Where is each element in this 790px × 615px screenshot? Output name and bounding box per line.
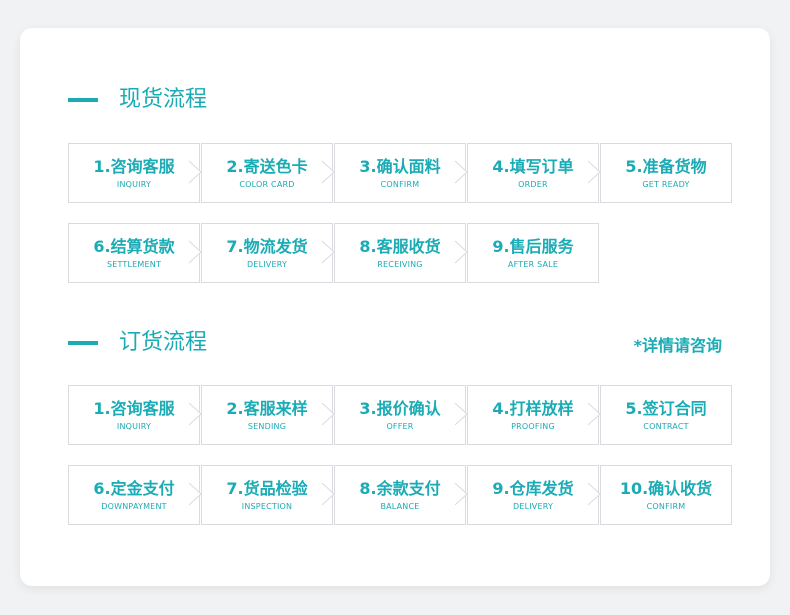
process-step: 6.定金支付 DOWNPAYMENT [68,465,202,525]
chevron-right-icon [188,402,202,426]
step-title: 1.咨询客服 [93,399,175,418]
step-title: 4.打样放样 [492,399,574,418]
step-subtitle: INSPECTION [241,502,293,511]
process-step: 1.咨询客服 INQUIRY [68,385,202,445]
process-step: 6.结算货款 SETTLEMENT [68,223,202,283]
step-subtitle: CONTRACT [643,422,689,431]
process-step: 2.寄送色卡 COLOR CARD [201,143,335,203]
step-subtitle: SETTLEMENT [106,260,162,269]
step-title: 3.报价确认 [359,399,441,418]
section-accent-bar [68,98,98,102]
chevron-right-icon [454,240,468,264]
section-accent-bar [68,341,98,345]
spot-section-title: 现货流程 [119,87,208,112]
process-step: 9.售后服务 AFTER SALE [467,223,599,283]
step-title: 6.结算货款 [93,237,175,256]
process-step: 7.货品检验 INSPECTION [201,465,335,525]
process-step: 3.确认面料 CONFIRM [334,143,468,203]
step-subtitle: RECEIVING [377,260,423,269]
process-step: 9.仓库发货 DELIVERY [467,465,601,525]
step-subtitle: COLOR CARD [239,180,295,189]
details-consult-note: *详情请咨询 [633,336,722,355]
process-step: 8.客服收货 RECEIVING [334,223,468,283]
process-step: 3.报价确认 OFFER [334,385,468,445]
step-subtitle: INQUIRY [116,180,152,189]
process-step: 10.确认收货 CONFIRM [600,465,732,525]
process-step: 2.客服来样 SENDING [201,385,335,445]
order-section-title: 订货流程 [119,330,208,355]
step-subtitle: GET READY [642,180,690,189]
spot-steps-row-1: 1.咨询客服 INQUIRY 2.寄送色卡 COLOR CARD 3.确认面料 CONFI… [68,143,732,203]
chevron-right-icon [321,402,335,426]
process-step: 5.准备货物 GET READY [600,143,732,203]
step-title: 9.售后服务 [492,237,574,256]
chevron-right-icon [188,160,202,184]
order-steps-row-1: 1.咨询客服 INQUIRY 2.客服来样 SENDING 3.报价确认 OFFER 4.打… [68,385,732,445]
step-title: 2.客服来样 [226,399,308,418]
step-subtitle: OFFER [386,422,414,431]
step-subtitle: PROOFING [511,422,555,431]
process-step: 8.余款支付 BALANCE [334,465,468,525]
step-subtitle: INQUIRY [116,422,152,431]
spot-steps-row-2: 6.结算货款 SETTLEMENT 7.物流发货 DELIVERY 8.客服收货 RECE… [68,223,599,283]
step-title: 8.余款支付 [359,479,441,498]
step-title: 9.仓库发货 [492,479,574,498]
step-subtitle: ORDER [518,180,548,189]
chevron-right-icon [454,160,468,184]
process-step: 4.填写订单 ORDER [467,143,601,203]
chevron-right-icon [587,482,601,506]
step-title: 8.客服收货 [359,237,441,256]
step-title: 5.签订合同 [625,399,707,418]
step-subtitle: CONFIRM [380,180,420,189]
step-subtitle: DOWNPAYMENT [101,502,167,511]
step-title: 1.咨询客服 [93,157,175,176]
step-title: 7.物流发货 [226,237,308,256]
step-subtitle: SENDING [247,422,287,431]
process-step: 5.签订合同 CONTRACT [600,385,732,445]
chevron-right-icon [587,160,601,184]
step-title: 5.准备货物 [625,157,707,176]
chevron-right-icon [188,482,202,506]
chevron-right-icon [188,240,202,264]
chevron-right-icon [321,240,335,264]
process-step: 7.物流发货 DELIVERY [201,223,335,283]
step-subtitle: DELIVERY [246,260,288,269]
step-subtitle: DELIVERY [512,502,554,511]
chevron-right-icon [587,402,601,426]
chevron-right-icon [321,160,335,184]
step-title: 6.定金支付 [93,479,175,498]
chevron-right-icon [321,482,335,506]
step-title: 10.确认收货 [619,479,713,498]
step-subtitle: CONFIRM [646,502,686,511]
step-title: 2.寄送色卡 [226,157,308,176]
step-subtitle: BALANCE [380,502,420,511]
chevron-right-icon [454,482,468,506]
step-subtitle: AFTER SALE [507,260,559,269]
process-step: 4.打样放样 PROOFING [467,385,601,445]
step-title: 7.货品检验 [226,479,308,498]
chevron-right-icon [454,402,468,426]
step-title: 4.填写订单 [492,157,574,176]
order-steps-row-2: 6.定金支付 DOWNPAYMENT 7.货品检验 INSPECTION 8.余款支付 B… [68,465,732,525]
process-step: 1.咨询客服 INQUIRY [68,143,202,203]
step-title: 3.确认面料 [359,157,441,176]
